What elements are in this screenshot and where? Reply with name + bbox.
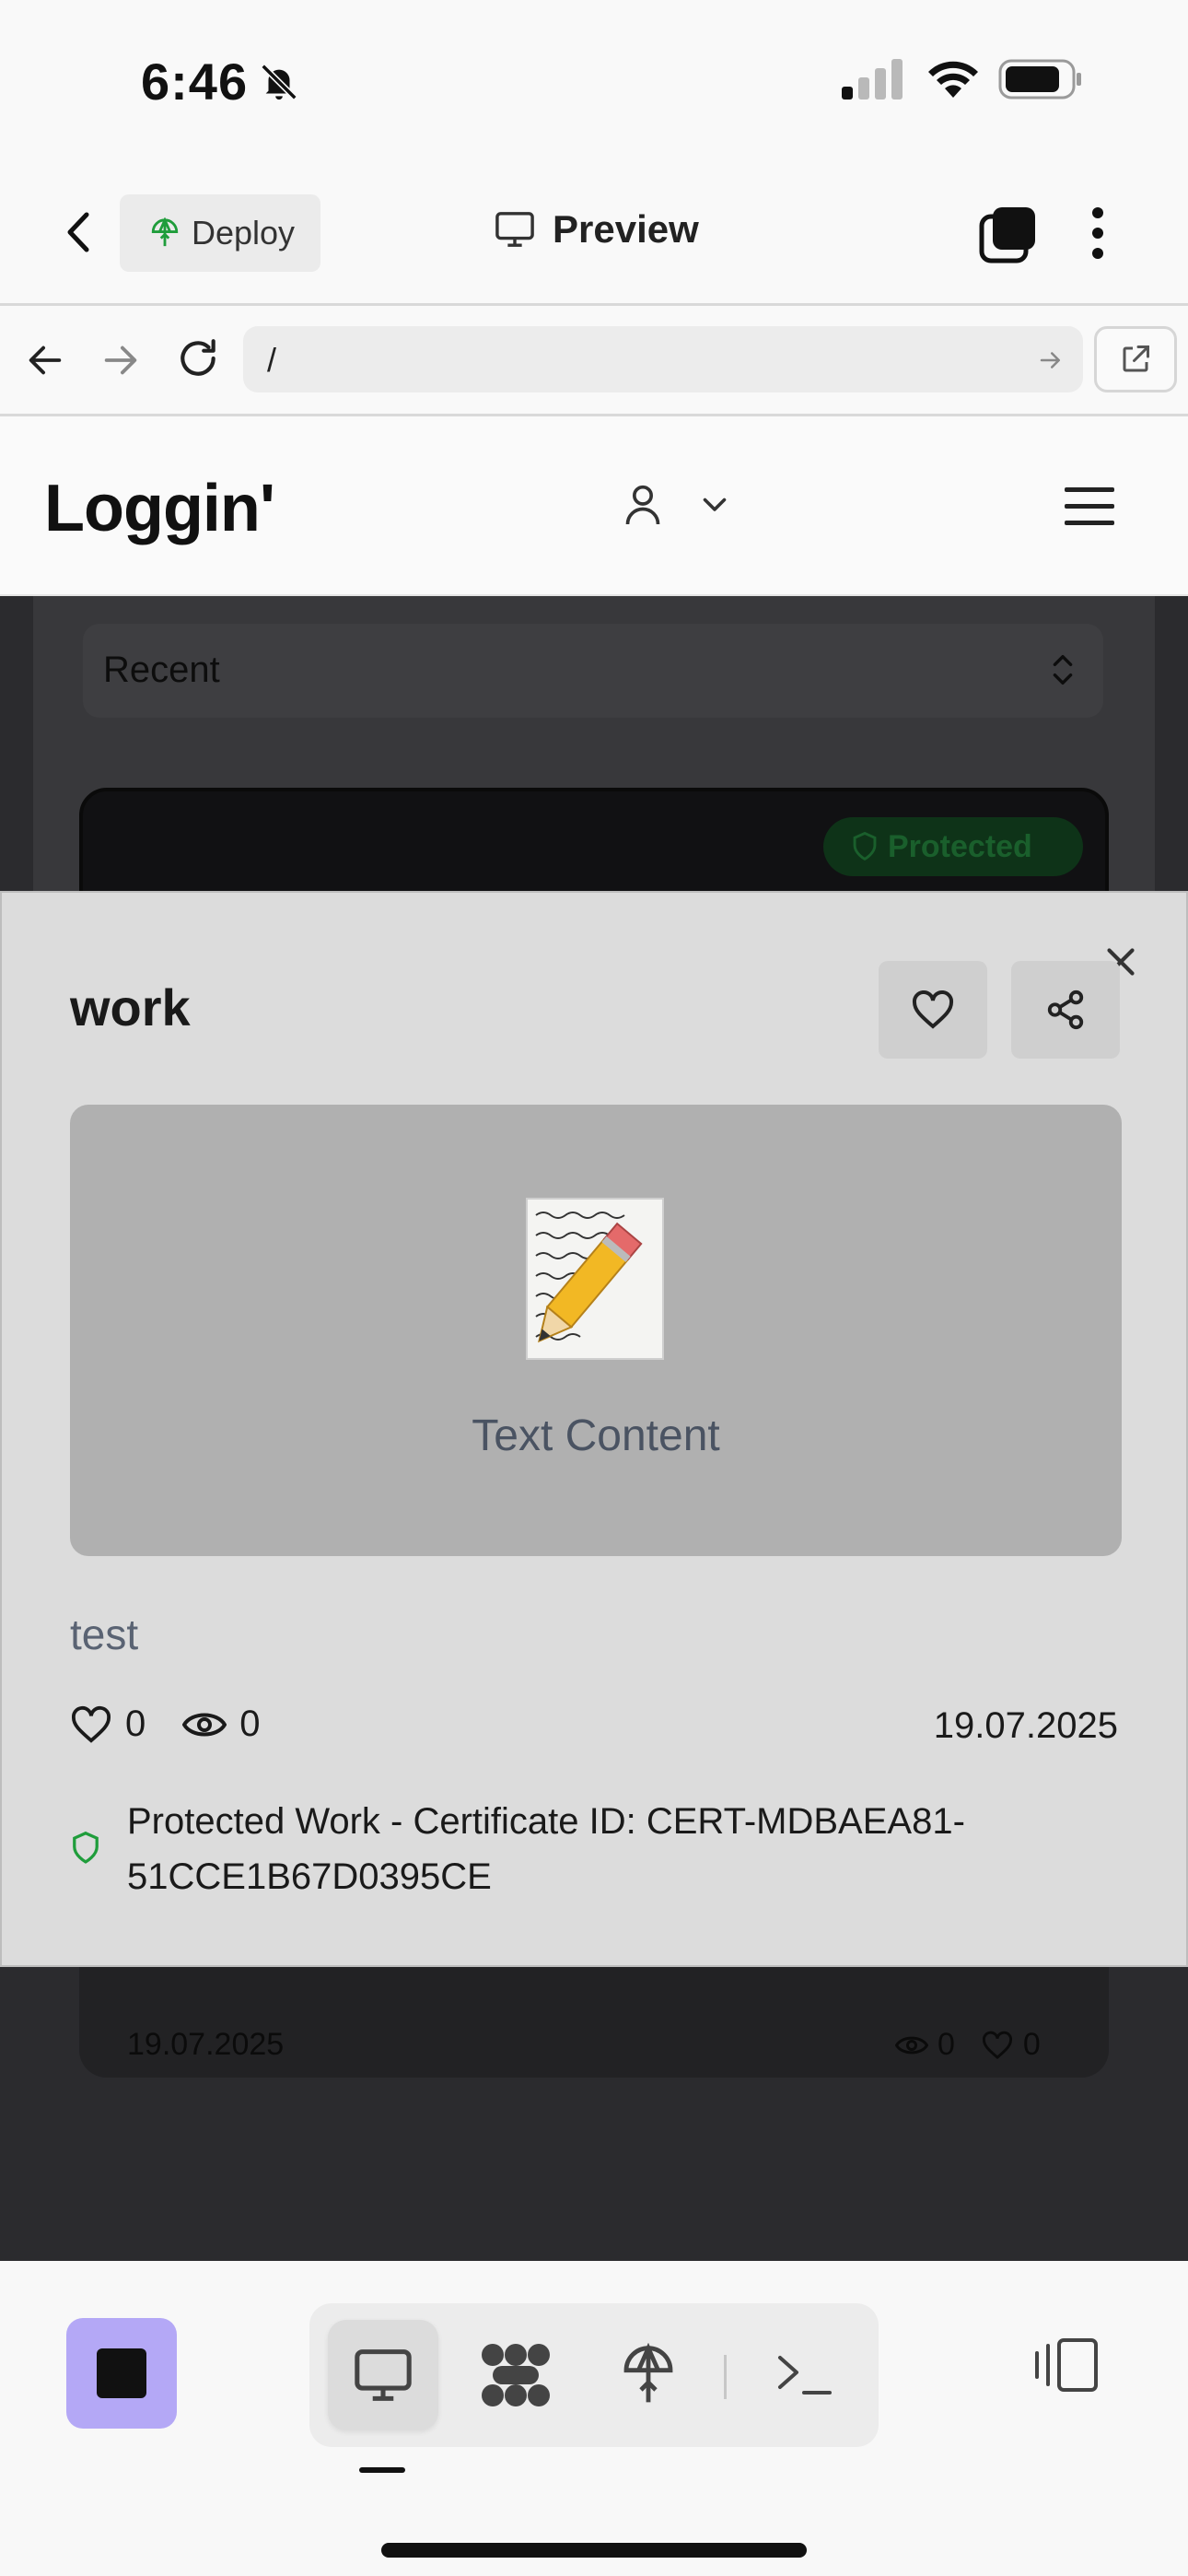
monitor-icon [495, 212, 534, 247]
side-panel-icon[interactable] [1031, 2336, 1100, 2394]
go-arrow-icon[interactable] [1037, 346, 1065, 374]
open-external-button[interactable] [1094, 326, 1177, 392]
deploy-icon [151, 217, 179, 247]
deploy-label: Deploy [192, 214, 296, 252]
more-menu-icon[interactable] [1089, 204, 1107, 263]
stop-button[interactable] [66, 2318, 177, 2429]
heart-icon [912, 990, 954, 1029]
protected-badge: Protected [823, 817, 1083, 876]
preview-tool-button[interactable] [328, 2320, 438, 2430]
stop-icon [97, 2348, 146, 2398]
heart-icon [71, 1705, 111, 1743]
deploy-icon [623, 2343, 673, 2403]
browser-url-row: / [0, 306, 1188, 416]
sort-select[interactable]: Recent [83, 624, 1103, 718]
work-card-stats: 0 0 [895, 2027, 1041, 2063]
terminal-tool-button[interactable] [750, 2320, 860, 2430]
battery-icon [998, 59, 1081, 100]
url-text: / [267, 341, 277, 379]
certificate-text: Protected Work - Certificate ID: CERT-MD… [127, 1801, 965, 1897]
reload-icon[interactable] [175, 335, 221, 381]
terminal-icon [778, 2356, 832, 2395]
work-card-date: 19.07.2025 [127, 2027, 285, 2062]
user-icon [625, 485, 660, 525]
status-time: 6:46 [141, 53, 249, 111]
external-link-icon [1123, 345, 1149, 372]
memo-pencil-icon [526, 1198, 664, 1360]
views-value: 0 [239, 1704, 261, 1744]
deploy-tool-button[interactable] [593, 2320, 704, 2430]
arrow-right-icon[interactable] [99, 339, 142, 381]
tabs-icon[interactable] [978, 205, 1037, 264]
app-header: Deploy Preview [0, 161, 1188, 306]
workflows-icon [482, 2344, 550, 2406]
eye-icon [895, 2036, 928, 2054]
status-bar: 6:46 [0, 0, 1188, 161]
sort-selected-value: Recent [103, 650, 220, 690]
likes-count: 0 [70, 1704, 146, 1745]
screen: 6:46 Deploy Preview / Loggin' Recent Pro… [0, 0, 1188, 2576]
back-chevron-icon[interactable] [57, 209, 103, 255]
work-card-likes: 0 [1022, 2027, 1041, 2062]
views-count: 0 [182, 1704, 261, 1745]
site-navbar: Loggin' [0, 419, 1188, 596]
workflows-tool-button[interactable] [460, 2320, 571, 2430]
active-tab-indicator [359, 2467, 405, 2473]
eye-icon [182, 1713, 227, 1736]
share-button[interactable] [1011, 961, 1120, 1059]
preview-caption: Text Content [472, 1411, 720, 1460]
share-icon [1047, 989, 1084, 1030]
content-preview: Text Content [70, 1105, 1122, 1556]
shield-icon [73, 1831, 99, 1864]
work-description: test [70, 1610, 139, 1658]
monitor-icon [355, 2349, 412, 2401]
likes-value: 0 [125, 1704, 146, 1744]
arrow-left-icon[interactable] [24, 339, 66, 381]
heart-icon [982, 2031, 1012, 2059]
work-card-views: 0 [938, 2027, 955, 2062]
deploy-button[interactable]: Deploy [120, 194, 320, 272]
modal-title: work [70, 978, 191, 1036]
user-menu[interactable] [623, 482, 731, 526]
select-arrows-icon [1053, 655, 1073, 685]
chevron-down-icon [703, 498, 727, 511]
site-logo[interactable]: Loggin' [44, 471, 275, 546]
cellular-signal-icon [842, 59, 903, 100]
bell-slash-icon [261, 64, 297, 100]
hamburger-menu-icon[interactable] [1063, 484, 1116, 528]
preview-title[interactable]: Preview [494, 207, 699, 252]
preview-label: Preview [553, 207, 699, 251]
url-input[interactable]: / [243, 326, 1083, 392]
work-stats: 0 0 [70, 1704, 297, 1745]
shield-icon [853, 831, 877, 861]
view-switcher [309, 2303, 879, 2447]
home-indicator [381, 2543, 807, 2558]
work-date: 19.07.2025 [933, 1705, 1118, 1746]
wifi-icon [928, 61, 978, 98]
toolbar-divider [724, 2355, 727, 2399]
work-detail-modal: work Text Content test 0 0 19.07.2025 Pr… [0, 891, 1188, 1967]
like-button[interactable] [879, 961, 987, 1059]
protected-badge-label: Protected [888, 828, 1032, 864]
bottom-toolbar [0, 2261, 1188, 2576]
